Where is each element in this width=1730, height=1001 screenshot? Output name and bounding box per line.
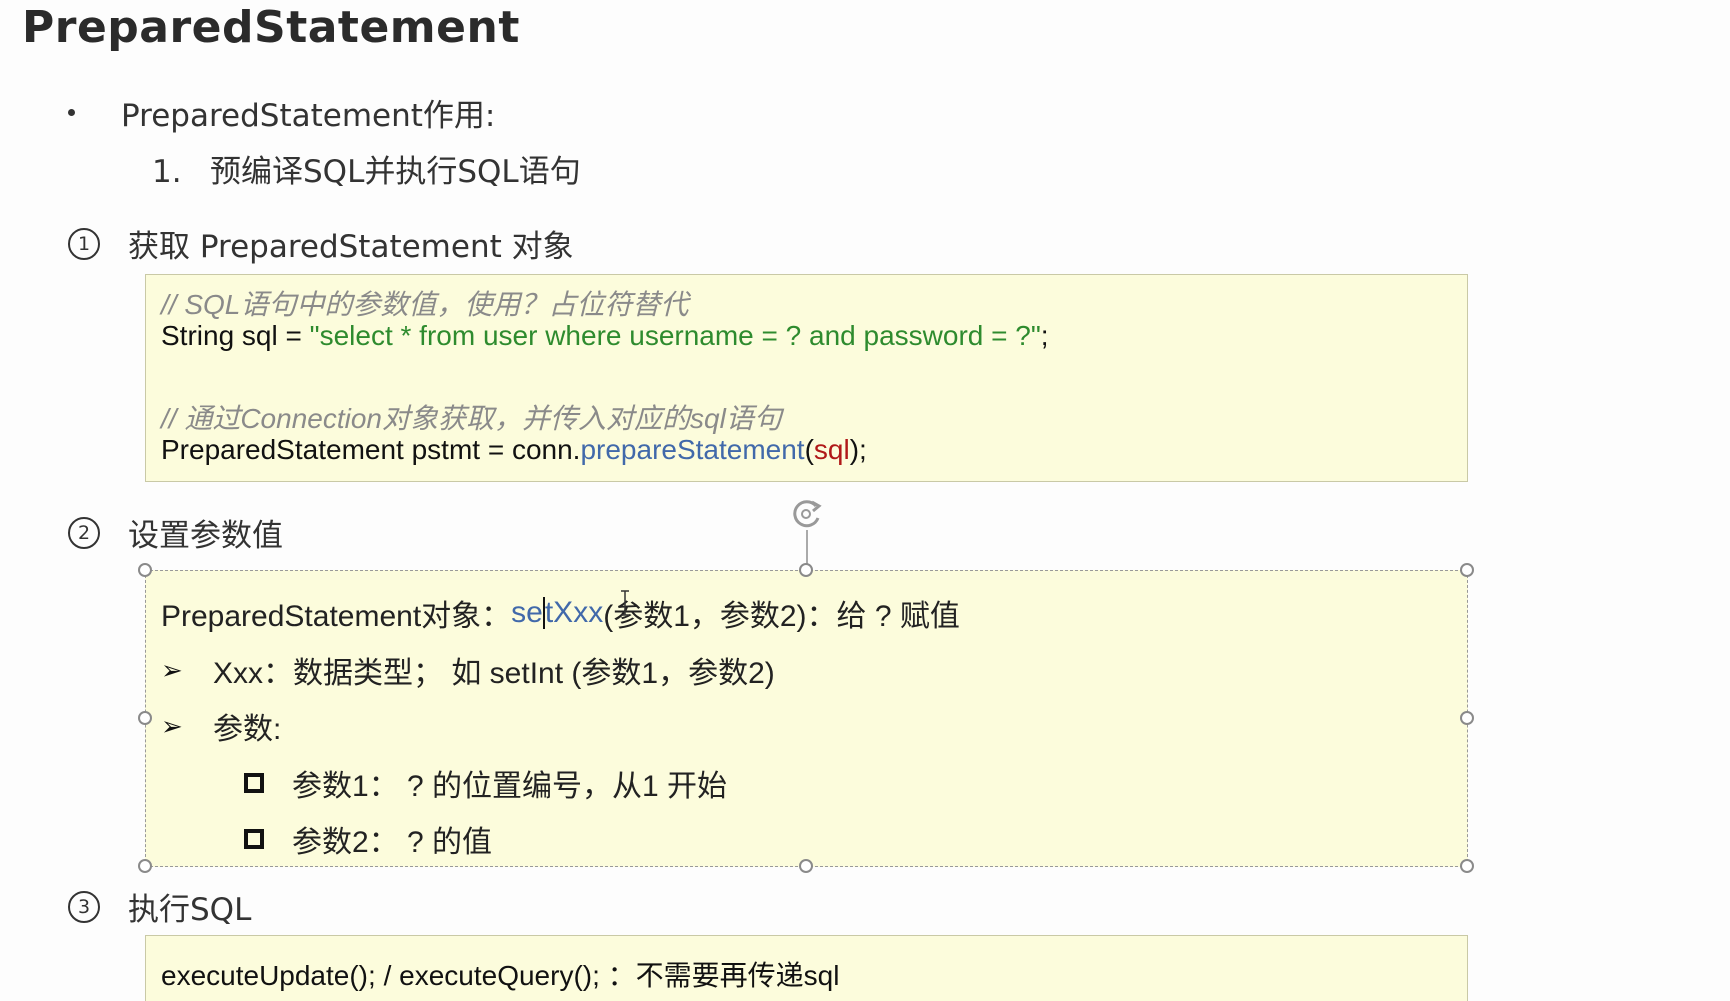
- set-params-line-5: 参数2： ? 的值: [244, 817, 492, 861]
- rotate-icon[interactable]: [788, 494, 828, 534]
- code-line-sql: String sql = "select * from user where u…: [161, 320, 1049, 352]
- circled-number-2-icon: 2: [68, 516, 100, 549]
- set-params-method-b: tXxx: [544, 596, 604, 629]
- set-params-line-1-suffix: (参数1，参数2)：给 ? 赋值: [603, 600, 960, 633]
- set-params-line-2-text: Xxx：数据类型； 如 setInt (参数1，参数2): [213, 657, 775, 690]
- circled-number-3-icon: 3: [68, 890, 100, 923]
- arrow-bullet-icon: ➢: [161, 710, 183, 741]
- set-params-line-5-text: 参数2： ? 的值: [292, 826, 493, 859]
- set-params-line-1: PreparedStatement对象： se tXxx (参数1，参数2)：给 ? …: [161, 591, 960, 635]
- set-params-line-3-text: 参数:: [213, 713, 282, 746]
- text-cursor-icon: [621, 590, 629, 616]
- code-line-prepare: PreparedStatement pstmt = conn.prepareSt…: [161, 434, 867, 466]
- bullet-item: PreparedStatement作用:: [68, 90, 495, 135]
- resize-handle-bottom-left[interactable]: [138, 859, 152, 873]
- code-prepare-prefix: PreparedStatement pstmt = conn.: [161, 434, 581, 465]
- arrow-bullet-icon: ➢: [161, 654, 183, 685]
- numbered-item: 1. 预编译SQL并执行SQL语句: [152, 146, 581, 191]
- square-bullet-icon: [244, 829, 264, 849]
- set-params-line-1-prefix: PreparedStatement对象：: [161, 600, 512, 633]
- slide-title: PreparedStatement: [22, 2, 520, 53]
- circled-number-1-icon: 1: [68, 227, 100, 260]
- numbered-item-number: 1.: [152, 154, 182, 190]
- bullet-text: PreparedStatement作用:: [121, 98, 496, 134]
- section-1-heading-text: 获取 PreparedStatement 对象: [128, 229, 574, 265]
- slide: PreparedStatement PreparedStatement作用: 1…: [0, 0, 1730, 1001]
- resize-handle-bottom-center[interactable]: [799, 859, 813, 873]
- numbered-item-text: 预编译SQL并执行SQL语句: [210, 154, 581, 190]
- set-params-line-4: 参数1： ? 的位置编号，从1 开始: [244, 761, 727, 805]
- bullet-dot-icon: [68, 109, 75, 116]
- section-3-heading-text: 执行SQL: [128, 892, 252, 928]
- resize-handle-bottom-right[interactable]: [1460, 859, 1474, 873]
- resize-handle-middle-right[interactable]: [1460, 711, 1474, 725]
- code-comment-1: // SQL语句中的参数值，使用？占位符替代: [161, 289, 689, 320]
- set-params-line-4-text: 参数1： ? 的位置编号，从1 开始: [292, 770, 728, 803]
- code-prepare-open: (: [804, 434, 814, 465]
- set-params-line-3: ➢ 参数:: [161, 704, 281, 748]
- resize-handle-top-right[interactable]: [1460, 563, 1474, 577]
- code-box-get-statement: // SQL语句中的参数值，使用？占位符替代 String sql = "sel…: [145, 274, 1468, 482]
- code-prepare-close: );: [849, 434, 867, 465]
- execute-line: executeUpdate(); / executeQuery(); ：不需要再…: [161, 960, 840, 991]
- section-2-heading: 2 设置参数值: [68, 510, 283, 555]
- code-prepare-arg: sql: [813, 434, 850, 465]
- section-2-heading-text: 设置参数值: [128, 518, 283, 554]
- set-params-method-a: se: [511, 596, 543, 629]
- code-sql-suffix: ;: [1040, 320, 1049, 351]
- code-comment-2: // 通过Connection对象获取，并传入对应的sql语句: [161, 403, 782, 434]
- code-box-execute: executeUpdate(); / executeQuery(); ：不需要再…: [145, 935, 1468, 1001]
- resize-handle-top-left[interactable]: [138, 563, 152, 577]
- section-3-heading: 3 执行SQL: [68, 884, 251, 929]
- square-bullet-icon: [244, 773, 264, 793]
- set-params-line-2: ➢ Xxx：数据类型； 如 setInt (参数1，参数2): [161, 648, 775, 692]
- code-prepare-method: prepareStatement: [580, 434, 805, 465]
- code-sql-string: "select * from user where username = ? a…: [309, 320, 1041, 351]
- rotate-handle-stem: [806, 530, 808, 564]
- text-box-set-params[interactable]: PreparedStatement对象： se tXxx (参数1，参数2)：给 ? …: [145, 570, 1468, 867]
- code-sql-prefix: String sql =: [161, 320, 310, 351]
- section-1-heading: 1 获取 PreparedStatement 对象: [68, 221, 574, 266]
- resize-handle-top-center[interactable]: [799, 563, 813, 577]
- resize-handle-middle-left[interactable]: [138, 711, 152, 725]
